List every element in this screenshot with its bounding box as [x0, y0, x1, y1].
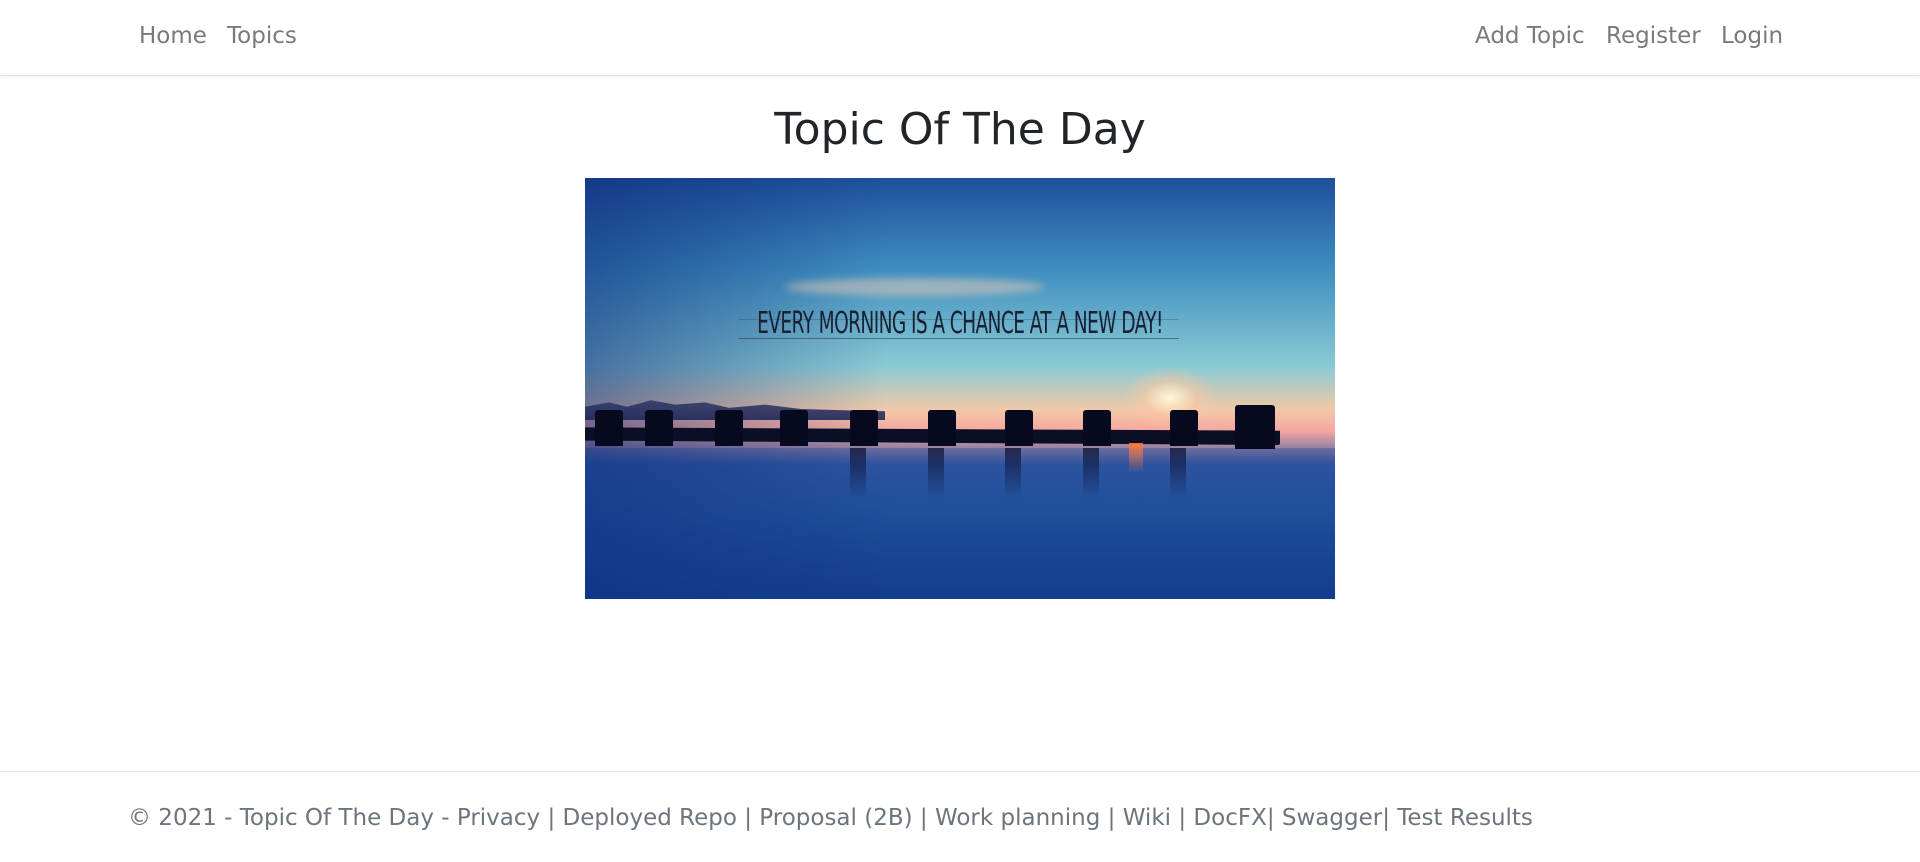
hero-water	[585, 448, 1335, 599]
footer-copyright: © 2021 - Topic Of The Day -	[128, 805, 457, 831]
page-title: Topic Of The Day	[774, 104, 1146, 155]
hero-pylon-reflection	[850, 448, 866, 498]
nav-register-link[interactable]: Register	[1606, 22, 1701, 50]
footer-swagger-link[interactable]: Swagger	[1282, 805, 1382, 831]
nav-add-topic-link[interactable]: Add Topic	[1475, 22, 1585, 50]
footer-test-results-link[interactable]: Test Results	[1397, 805, 1533, 831]
footer-pipe: |	[1266, 805, 1275, 831]
footer-separator: |	[540, 805, 563, 831]
footer-deployed-repo-link[interactable]: Deployed Repo	[563, 805, 737, 831]
hero-pylon	[850, 410, 878, 446]
footer-separator: |	[912, 805, 935, 831]
nav-home-link[interactable]: Home	[139, 22, 207, 50]
hero-pylon-reflection	[1083, 448, 1099, 498]
page-footer: © 2021 - Topic Of The Day - Privacy | De…	[0, 771, 1920, 862]
hero-pylon	[928, 410, 956, 446]
footer-pipe: |	[1382, 805, 1390, 831]
top-navbar: Home Topics Add Topic Register Login	[0, 0, 1920, 76]
hero-pylon-reflection	[1005, 448, 1021, 498]
hero-pylon	[1170, 410, 1198, 446]
nav-topics-link[interactable]: Topics	[227, 22, 297, 50]
hero-pylon-reflection	[1170, 448, 1186, 498]
footer-wiki-link[interactable]: Wiki	[1123, 805, 1171, 831]
topic-of-the-day-image: EVERY MORNING IS A CHANCE AT A NEW DAY!	[585, 178, 1335, 599]
hero-pylon	[1005, 410, 1033, 446]
footer-privacy-link[interactable]: Privacy	[457, 805, 540, 831]
hero-pylon	[1083, 410, 1111, 446]
hero-caption-rule	[739, 338, 1179, 339]
footer-work-planning-link[interactable]: Work planning	[935, 805, 1100, 831]
hero-cloud	[785, 278, 1045, 296]
footer-separator: |	[736, 805, 760, 831]
footer-separator: |	[1171, 805, 1194, 831]
hero-pylon-reflection	[928, 448, 944, 498]
hero-caption: EVERY MORNING IS A CHANCE AT A NEW DAY!	[757, 306, 1163, 341]
footer-docfx-link[interactable]: DocFX	[1193, 805, 1266, 831]
nav-login-link[interactable]: Login	[1721, 22, 1783, 50]
hero-pylon	[715, 410, 743, 446]
hero-pylon	[1235, 405, 1275, 449]
footer-line: © 2021 - Topic Of The Day - Privacy | De…	[128, 804, 1533, 832]
hero-pylon	[780, 410, 808, 446]
footer-proposal-link[interactable]: Proposal (2B)	[759, 805, 912, 831]
hero-pylon	[595, 410, 623, 446]
footer-separator: |	[1100, 805, 1123, 831]
hero-sun-reflection	[1129, 443, 1143, 473]
hero-pylon	[645, 410, 673, 446]
